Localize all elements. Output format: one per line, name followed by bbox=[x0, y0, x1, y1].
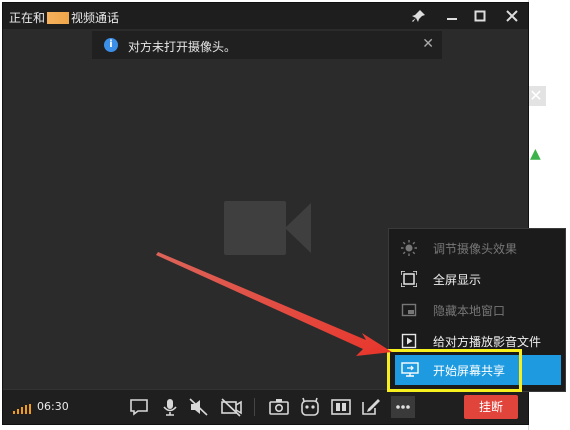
info-icon: i bbox=[104, 38, 118, 52]
layout-switch-icon[interactable] bbox=[329, 396, 353, 418]
menu-item-camera-effects[interactable]: 调节摄像头效果 bbox=[389, 235, 565, 261]
menu-item-label: 隐藏本地窗口 bbox=[433, 304, 506, 318]
snapshot-camera-icon[interactable] bbox=[267, 396, 291, 418]
play-file-icon bbox=[401, 333, 417, 349]
more-options-icon[interactable] bbox=[391, 396, 415, 418]
menu-item-label: 全屏显示 bbox=[433, 273, 482, 287]
effects-face-icon[interactable] bbox=[298, 396, 322, 418]
camera-notice: i 对方未打开摄像头。 ✕ bbox=[92, 31, 442, 59]
edit-note-icon[interactable] bbox=[359, 396, 383, 418]
background-close-icon[interactable]: ✕ bbox=[526, 86, 546, 106]
hide-window-icon bbox=[401, 302, 417, 318]
window-title: 正在和 视频通话 bbox=[9, 9, 119, 26]
redacted-contact-name bbox=[47, 12, 70, 24]
annotation-highlight-box bbox=[387, 349, 522, 392]
call-toolbar: 06:30 挂断 bbox=[3, 389, 528, 424]
microphone-icon[interactable] bbox=[158, 396, 182, 418]
speaker-muted-icon[interactable] bbox=[187, 396, 211, 418]
title-bar: 正在和 视频通话 bbox=[3, 3, 528, 29]
camera-lens-shape bbox=[285, 203, 311, 253]
maximize-icon[interactable] bbox=[466, 3, 494, 29]
pin-icon[interactable] bbox=[405, 3, 433, 29]
minimize-icon[interactable] bbox=[438, 3, 466, 29]
title-prefix: 正在和 bbox=[9, 11, 46, 25]
menu-item-hide-local-window[interactable]: 隐藏本地窗口 bbox=[389, 297, 565, 323]
brightness-icon bbox=[401, 240, 417, 256]
menu-item-label: 给对方播放影音文件 bbox=[433, 335, 542, 349]
hangup-button[interactable]: 挂断 bbox=[464, 395, 518, 419]
notice-text: 对方未打开摄像头。 bbox=[128, 40, 237, 54]
camera-off-icon bbox=[224, 201, 286, 255]
title-suffix: 视频通话 bbox=[71, 11, 120, 25]
chat-icon[interactable] bbox=[127, 396, 151, 418]
fullscreen-icon bbox=[400, 270, 418, 288]
signal-strength-icon bbox=[13, 404, 33, 414]
toolbar-divider bbox=[254, 398, 255, 416]
menu-item-label: 调节摄像头效果 bbox=[433, 242, 518, 256]
notice-close-icon[interactable]: ✕ bbox=[422, 36, 434, 52]
camera-off-toggle-icon[interactable] bbox=[219, 396, 243, 418]
menu-item-fullscreen[interactable]: 全屏显示 bbox=[389, 266, 565, 292]
close-icon[interactable] bbox=[498, 3, 526, 29]
background-up-arrow-icon: ▲ bbox=[530, 146, 541, 162]
call-duration: 06:30 bbox=[37, 400, 69, 413]
